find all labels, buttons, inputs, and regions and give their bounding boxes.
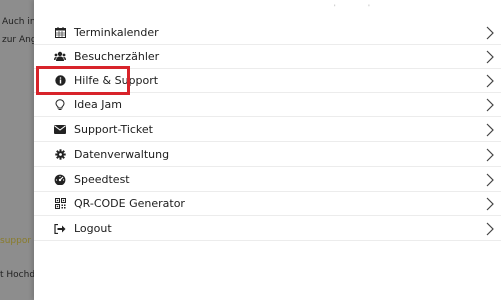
dropdown-menu: ' ' Terminkalender Besucherzähler Hilfe … (34, 0, 501, 300)
menu-item-qrcode-generator[interactable]: QR-CODE Generator (34, 192, 501, 216)
menu-item-datenverwaltung[interactable]: Datenverwaltung (34, 143, 501, 167)
menu-item-label: Besucherzähler (74, 50, 160, 63)
background-bottom-text: t Hochd (0, 270, 36, 280)
chevron-right-icon (486, 50, 494, 64)
chevron-right-icon (486, 98, 494, 112)
gauge-icon (54, 174, 66, 186)
menu-item-speedtest[interactable]: Speedtest (34, 168, 501, 192)
qrcode-icon (54, 198, 66, 210)
chevron-right-icon (486, 148, 494, 162)
chevron-right-icon (486, 74, 494, 88)
menu-item-label: Idea Jam (74, 98, 122, 111)
gear-icon (54, 149, 66, 161)
chevron-right-icon (486, 123, 494, 137)
background-text-2: zur Ang (2, 35, 37, 45)
chevron-right-icon (486, 173, 494, 187)
highlight-box (36, 66, 130, 95)
menu-item-idea-jam[interactable]: Idea Jam (34, 93, 501, 117)
menu-item-support-ticket[interactable]: Support-Ticket (34, 118, 501, 142)
sign-out-icon (54, 223, 66, 235)
chevron-right-icon (486, 197, 494, 211)
menu-item-label: Logout (74, 222, 112, 235)
background-support-text: suppor (0, 236, 32, 246)
menu-item-label: Terminkalender (74, 26, 159, 39)
menu-item-label: QR-CODE Generator (74, 197, 185, 210)
envelope-icon (54, 124, 66, 136)
users-icon (54, 51, 66, 63)
background-dim-strip (0, 0, 34, 300)
menu-item-label: Datenverwaltung (74, 148, 170, 161)
background-text-1: Auch in (2, 17, 36, 27)
menu-item-logout[interactable]: Logout (34, 217, 501, 241)
lightbulb-icon (54, 98, 66, 111)
menu-item-label: Speedtest (74, 173, 130, 186)
calendar-icon (54, 27, 66, 39)
menu-item-terminkalender[interactable]: Terminkalender (34, 21, 501, 45)
chevron-right-icon (486, 222, 494, 236)
chevron-right-icon (486, 26, 494, 40)
menu-item-label: Support-Ticket (74, 123, 153, 136)
